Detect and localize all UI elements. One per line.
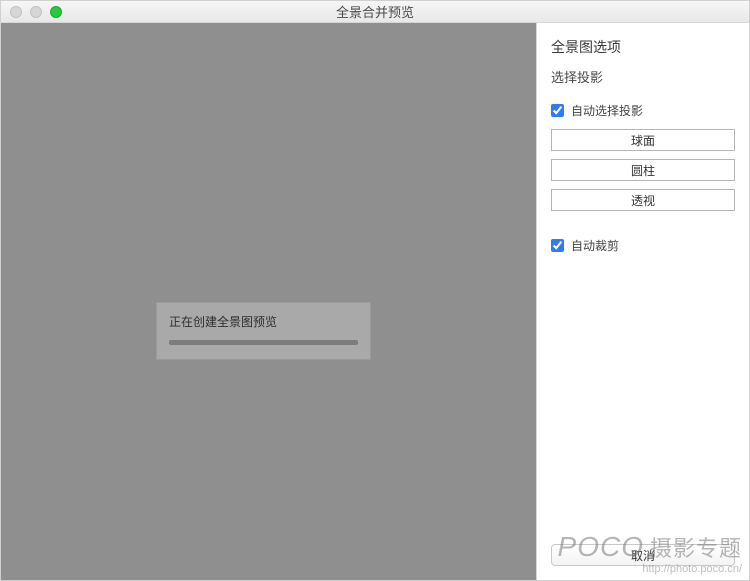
projection-cylindrical-button[interactable]: 圆柱 xyxy=(551,159,735,181)
close-icon xyxy=(10,6,22,18)
options-panel: 全景图选项 选择投影 自动选择投影 球面 圆柱 透视 自动裁剪 取消 xyxy=(536,23,749,580)
preview-area: 正在创建全景图预览 xyxy=(1,23,536,580)
window-title: 全景合并预览 xyxy=(1,2,749,21)
auto-select-projection-label: 自动选择投影 xyxy=(571,102,643,119)
auto-crop-input[interactable] xyxy=(551,239,564,252)
progress-overlay: 正在创建全景图预览 xyxy=(156,302,371,360)
auto-select-projection-input[interactable] xyxy=(551,104,564,117)
progress-label: 正在创建全景图预览 xyxy=(169,313,358,330)
zoom-icon[interactable] xyxy=(50,6,62,18)
panel-subheading: 选择投影 xyxy=(551,67,735,86)
titlebar: 全景合并预览 xyxy=(1,1,749,23)
minimize-icon xyxy=(30,6,42,18)
projection-spherical-button[interactable]: 球面 xyxy=(551,129,735,151)
auto-crop-label: 自动裁剪 xyxy=(571,237,619,254)
panel-heading: 全景图选项 xyxy=(551,37,735,57)
auto-select-projection-checkbox[interactable]: 自动选择投影 xyxy=(551,102,735,119)
panel-footer: 取消 xyxy=(551,544,735,566)
cancel-button[interactable]: 取消 xyxy=(551,544,735,566)
panorama-merge-preview-window: 全景合并预览 正在创建全景图预览 全景图选项 选择投影 自动选择投影 球面 圆柱… xyxy=(0,0,750,581)
traffic-lights xyxy=(10,6,62,18)
projection-perspective-button[interactable]: 透视 xyxy=(551,189,735,211)
window-body: 正在创建全景图预览 全景图选项 选择投影 自动选择投影 球面 圆柱 透视 自动裁… xyxy=(1,23,749,580)
auto-crop-checkbox[interactable]: 自动裁剪 xyxy=(551,237,735,254)
progress-bar xyxy=(169,340,358,345)
